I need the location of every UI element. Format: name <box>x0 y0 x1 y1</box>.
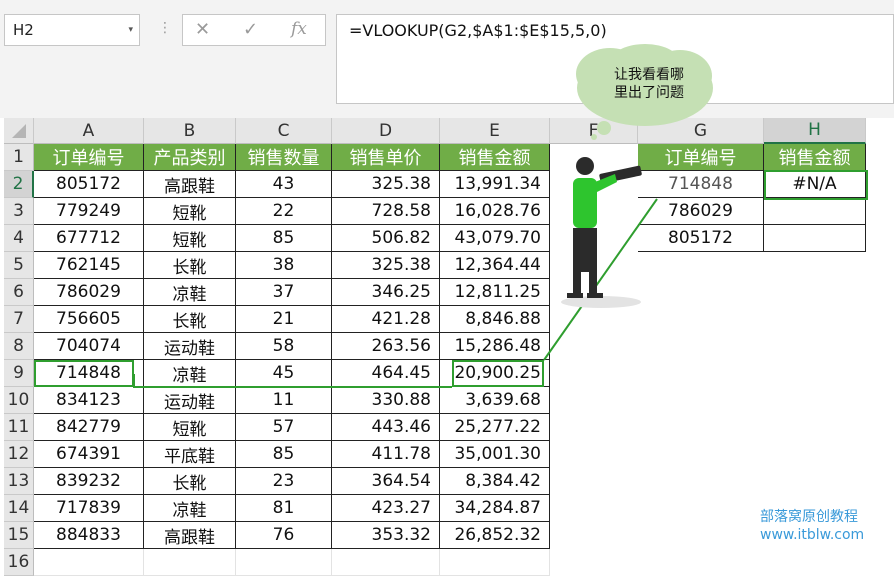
watermark-line1: 部落窝原创教程 <box>760 509 858 525</box>
speech-bubble: 让我看看哪 里出了问题 <box>570 42 720 140</box>
watermark: 部落窝原创教程 www.itblw.com <box>760 508 864 544</box>
person-with-telescope-icon <box>561 157 642 308</box>
speech-bubble-line2: 里出了问题 <box>614 85 684 101</box>
speech-bubble-line1: 让我看看哪 <box>614 67 684 83</box>
watermark-line2: www.itblw.com <box>760 527 865 543</box>
connector-lines <box>133 198 658 388</box>
